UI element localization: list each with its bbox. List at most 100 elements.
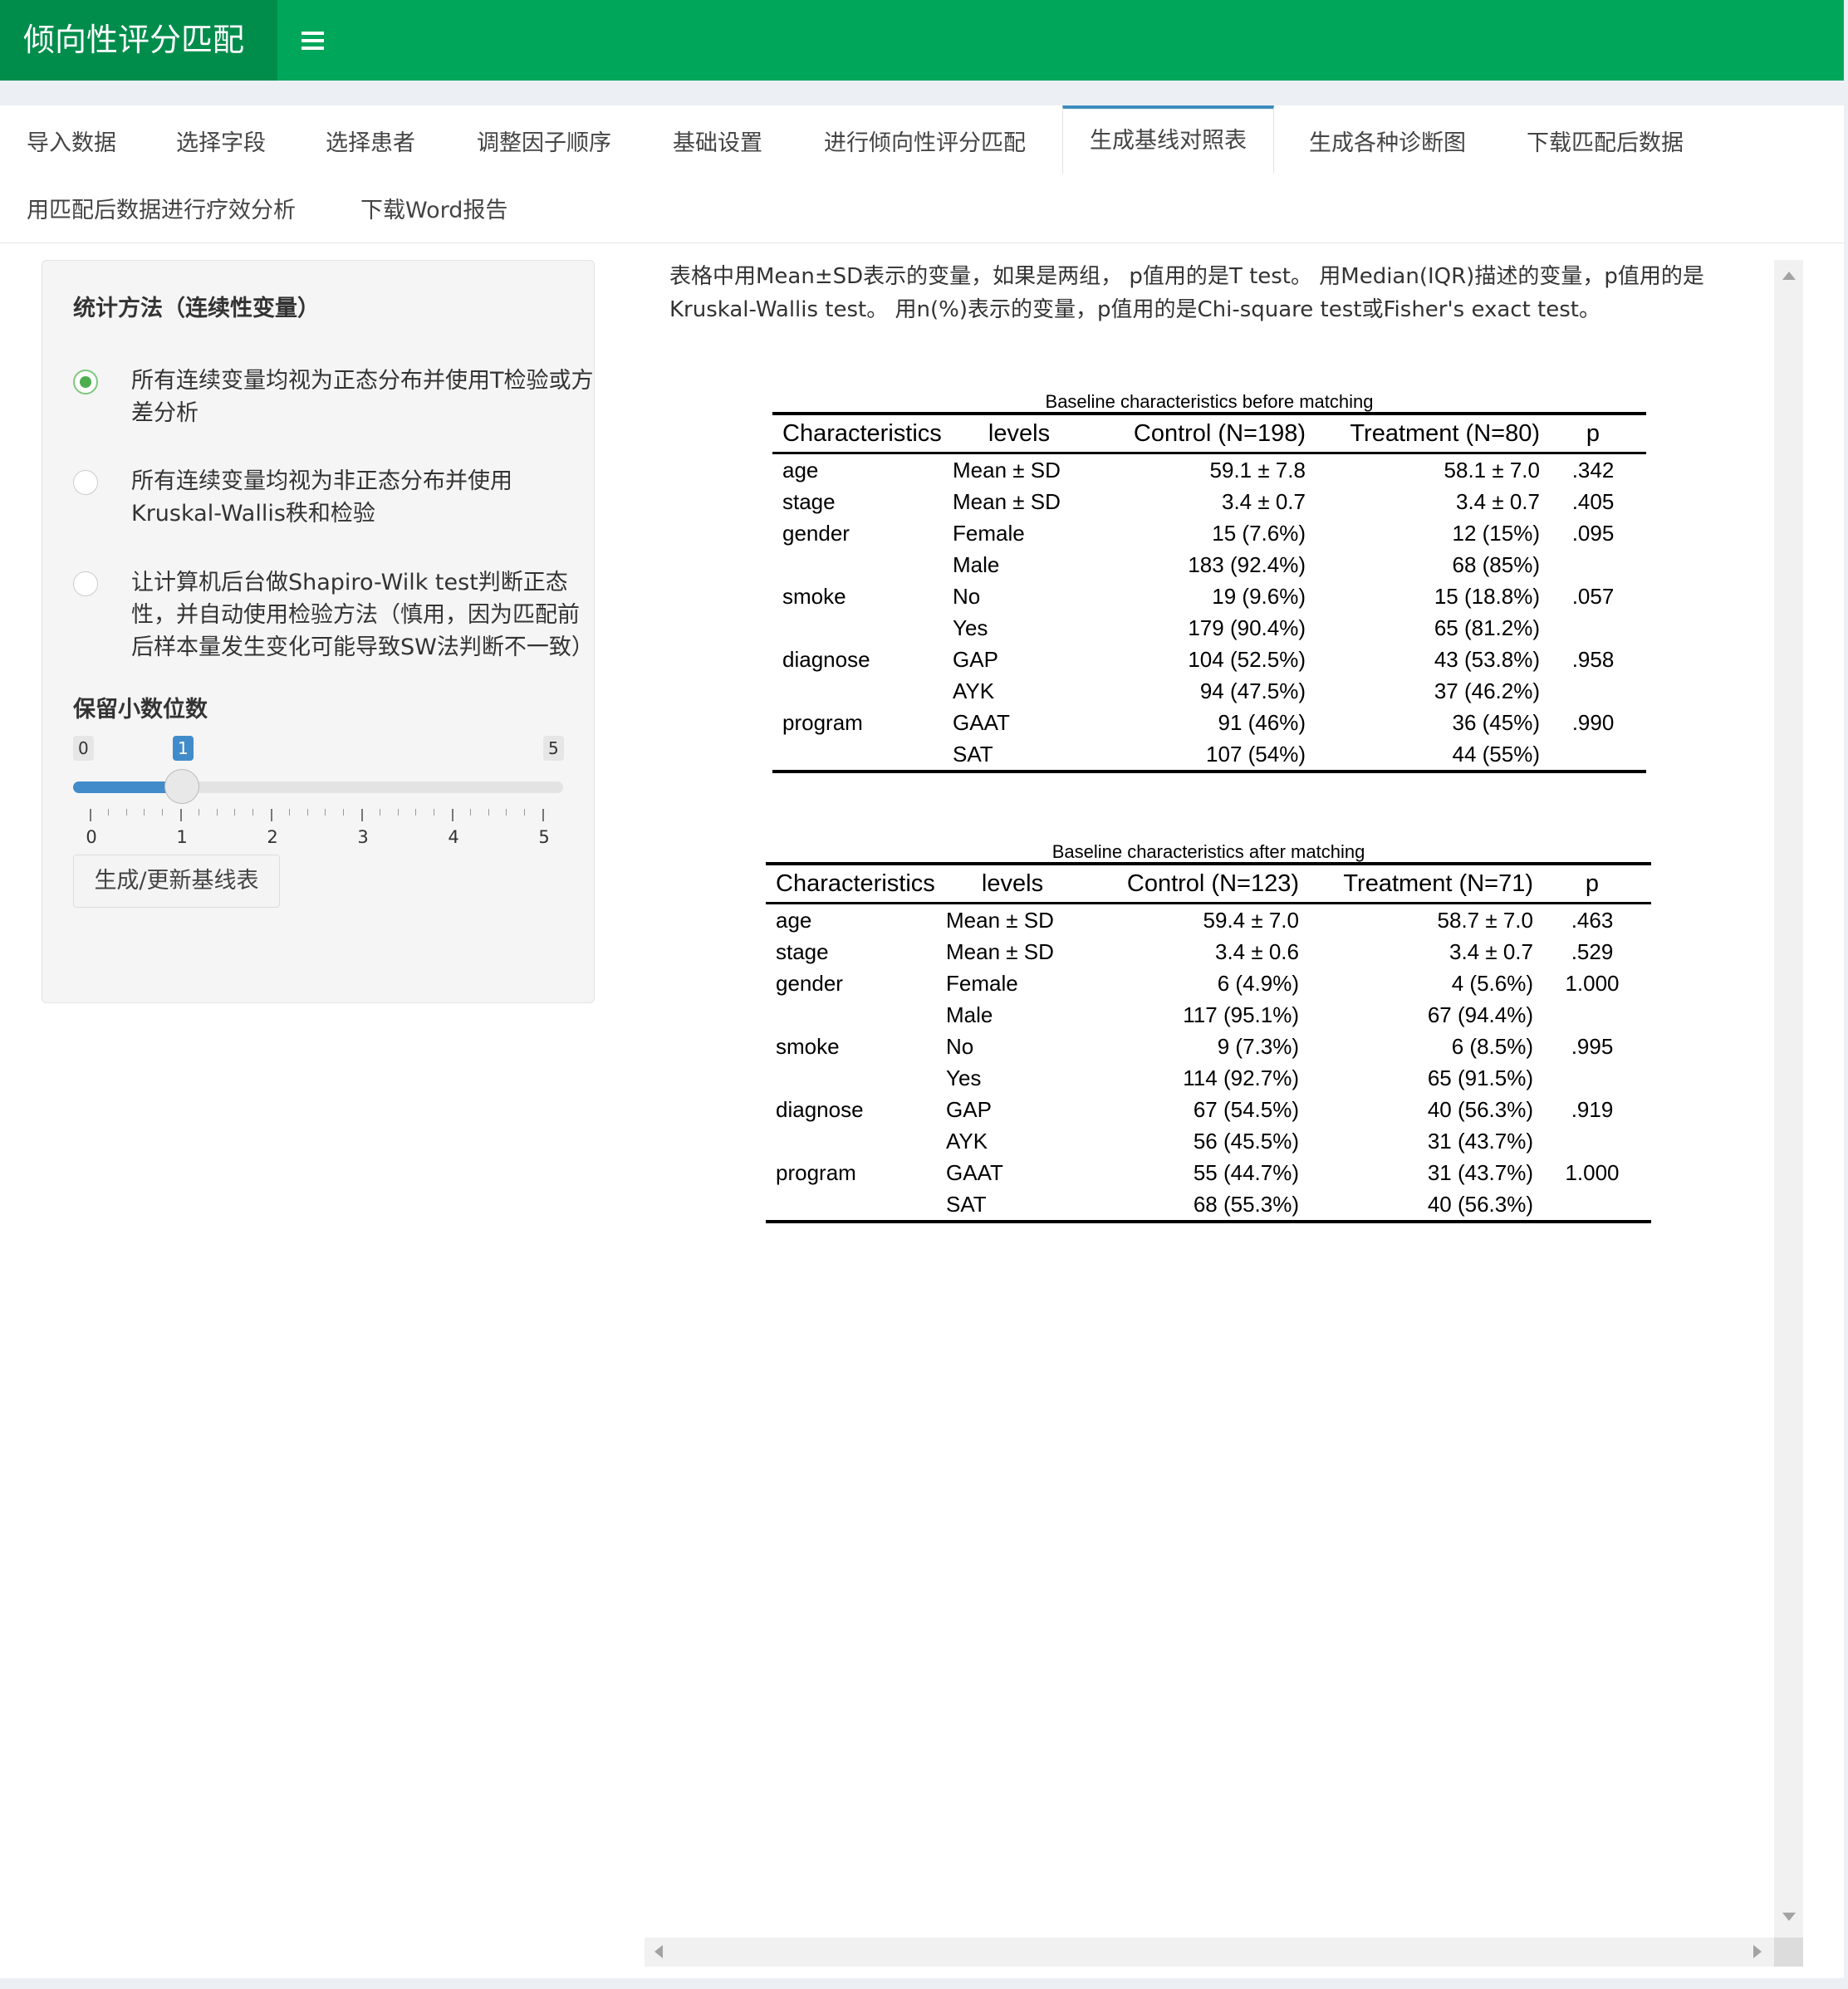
tab-import-data[interactable]: 导入数据 bbox=[25, 119, 118, 169]
table-cell: GAP bbox=[946, 1096, 992, 1122]
table-row: Yes 179 (90.4%) 65 (81.2%) bbox=[772, 612, 1646, 644]
table-row: program GAAT 91 (46%) 36 (45%) .990 bbox=[772, 707, 1646, 738]
radio-label: 让计算机后台做Shapiro-Wilk test判断正态性，并自动使用检验方法（… bbox=[131, 570, 594, 660]
column-header: Control (N=123) bbox=[1079, 862, 1299, 904]
tab-efficacy-analysis[interactable]: 用匹配后数据进行疗效分析 bbox=[25, 186, 297, 236]
table-row: stage Mean ± SD 3.4 ± 0.6 3.4 ± 0.7 .529 bbox=[766, 936, 1651, 968]
scroll-down-arrow-icon[interactable] bbox=[1782, 1913, 1796, 1921]
app-header: 倾向性评分匹配 bbox=[0, 0, 1844, 81]
table-row: smoke No 19 (9.6%) 15 (18.8%) .057 bbox=[772, 581, 1646, 612]
scroll-right-arrow-icon[interactable] bbox=[1753, 1945, 1762, 1958]
method-title: 统计方法（连续性变量） bbox=[73, 296, 320, 321]
table-cell: SAT bbox=[953, 738, 1086, 773]
column-header: levels bbox=[946, 862, 1079, 904]
table-row: AYK 56 (45.5%) 31 (43.7%) bbox=[766, 1125, 1651, 1157]
table-cell bbox=[1533, 999, 1651, 1031]
tab-bar: 导入数据 选择字段 选择患者 调整因子顺序 基础设置 进行倾向性评分匹配 生成基… bbox=[0, 105, 1844, 243]
tab-run-matching[interactable]: 进行倾向性评分匹配 bbox=[822, 119, 1027, 169]
table-row: gender Female 6 (4.9%) 4 (5.6%) 1.000 bbox=[766, 968, 1651, 999]
table-cell: 56 (45.5%) bbox=[1193, 1128, 1299, 1154]
table-cell: smoke bbox=[782, 583, 846, 609]
sidebar-toggle-button[interactable] bbox=[277, 0, 348, 81]
table-cell: 55 (44.7%) bbox=[1193, 1159, 1299, 1185]
table-cell: 65 (91.5%) bbox=[1427, 1065, 1533, 1090]
tab-download-matched[interactable]: 下载匹配后数据 bbox=[1525, 119, 1685, 169]
app-title[interactable]: 倾向性评分匹配 bbox=[0, 0, 277, 81]
table-cell: 6 (4.9%) bbox=[1217, 970, 1299, 996]
column-header: p bbox=[1540, 412, 1646, 454]
radio-unselected-icon[interactable] bbox=[73, 470, 98, 495]
column-header: Characteristics bbox=[766, 862, 946, 904]
generate-table-button[interactable]: 生成/更新基线表 bbox=[73, 855, 280, 908]
table-cell: SAT bbox=[946, 1188, 1079, 1223]
tab-baseline-table[interactable]: 生成基线对照表 bbox=[1062, 105, 1274, 174]
tab-select-patients[interactable]: 选择患者 bbox=[324, 119, 417, 169]
table-cell: gender bbox=[776, 970, 843, 996]
tab-download-word[interactable]: 下载Word报告 bbox=[359, 186, 509, 236]
slider-max-label: 5 bbox=[543, 736, 564, 761]
table-cell: Mean ± SD bbox=[953, 488, 1061, 514]
tab-basic-settings[interactable]: 基础设置 bbox=[671, 119, 764, 169]
content-page: 导入数据 选择字段 选择患者 调整因子顺序 基础设置 进行倾向性评分匹配 生成基… bbox=[0, 105, 1844, 1978]
slider-tick-label: 4 bbox=[448, 827, 459, 847]
table-cell: 43 (53.8%) bbox=[1434, 646, 1540, 672]
table-cell: 31 (43.7%) bbox=[1427, 1159, 1533, 1185]
vertical-scrollbar[interactable] bbox=[1774, 260, 1803, 1938]
table-cell: GAAT bbox=[946, 1159, 1003, 1185]
decimals-slider[interactable]: 0 1 5 0 1 2 3 4 5 bbox=[73, 726, 571, 847]
table-cell: .463 bbox=[1571, 907, 1614, 933]
table-cell: 59.4 ± 7.0 bbox=[1203, 907, 1299, 933]
tab-select-fields[interactable]: 选择字段 bbox=[174, 119, 267, 169]
table-cell: Female bbox=[946, 970, 1018, 996]
table-cell: Yes bbox=[946, 1065, 982, 1090]
table-cell: 1.000 bbox=[1565, 1159, 1620, 1185]
table-cell: 15 (18.8%) bbox=[1434, 583, 1540, 609]
table-cell: 40 (56.3%) bbox=[1299, 1188, 1533, 1223]
radio-unselected-icon[interactable] bbox=[73, 571, 98, 596]
slider-handle[interactable] bbox=[164, 769, 199, 804]
settings-panel: 统计方法（连续性变量） 所有连续变量均视为正态分布并使用T检验或方差分析 所有连… bbox=[42, 260, 595, 1003]
table-row: smoke No 9 (7.3%) 6 (8.5%) .995 bbox=[766, 1031, 1651, 1062]
table-row: Male 117 (95.1%) 67 (94.4%) bbox=[766, 999, 1651, 1031]
slider-tick-label: 1 bbox=[176, 827, 188, 847]
table-cell: 12 (15%) bbox=[1452, 520, 1541, 546]
table-row: SAT 107 (54%) 44 (55%) bbox=[772, 738, 1646, 773]
radio-selected-icon[interactable] bbox=[73, 370, 98, 394]
scroll-left-arrow-icon[interactable] bbox=[654, 1945, 663, 1958]
tab-factor-order[interactable]: 调整因子顺序 bbox=[475, 119, 613, 169]
table-cell bbox=[1540, 549, 1646, 581]
table-row: age Mean ± SD 59.1 ± 7.8 58.1 ± 7.0 .342 bbox=[772, 453, 1646, 487]
slider-tick-label: 0 bbox=[86, 827, 97, 847]
slider-tick-label: 5 bbox=[538, 827, 550, 847]
table-row: diagnose GAP 67 (54.5%) 40 (56.3%) .919 bbox=[766, 1094, 1651, 1125]
output-area: 表格中用Mean±SD表示的变量，如果是两组， p值用的是T test。 用Me… bbox=[645, 260, 1803, 1967]
table-cell: 6 (8.5%) bbox=[1451, 1033, 1533, 1059]
table-cell: 31 (43.7%) bbox=[1427, 1128, 1533, 1154]
scroll-up-arrow-icon[interactable] bbox=[1782, 272, 1796, 280]
table-cell: 58.1 ± 7.0 bbox=[1444, 457, 1540, 483]
table-cell: age bbox=[782, 457, 819, 483]
radio-shapiro-wilk[interactable]: 让计算机后台做Shapiro-Wilk test判断正态性，并自动使用检验方法（… bbox=[73, 566, 594, 666]
column-header: Treatment (N=80) bbox=[1306, 412, 1540, 454]
table-cell bbox=[772, 549, 953, 581]
table-cell: No bbox=[953, 583, 981, 609]
table-cell: 58.7 ± 7.0 bbox=[1437, 907, 1533, 933]
table-cell: .342 bbox=[1571, 457, 1615, 483]
table-cell: Mean ± SD bbox=[946, 907, 1054, 933]
table-cell: .057 bbox=[1571, 583, 1615, 609]
table-cell: 179 (90.4%) bbox=[1188, 615, 1306, 640]
table-cell: 36 (45%) bbox=[1452, 709, 1541, 735]
tab-diagnostic-plots[interactable]: 生成各种诊断图 bbox=[1307, 119, 1468, 169]
radio-non-normal-distribution[interactable]: 所有连续变量均视为非正态分布并使用Kruskal-Wallis秩和检验 bbox=[73, 465, 571, 532]
table-cell bbox=[766, 1062, 946, 1094]
table-cell: .995 bbox=[1571, 1033, 1614, 1059]
column-header: p bbox=[1533, 862, 1651, 904]
horizontal-scrollbar[interactable] bbox=[645, 1938, 1774, 1967]
table-cell: .405 bbox=[1571, 488, 1615, 514]
radio-normal-distribution[interactable]: 所有连续变量均视为正态分布并使用T检验或方差分析 bbox=[73, 365, 594, 431]
table-caption: Baseline characteristics before matching bbox=[1045, 391, 1374, 412]
table-cell bbox=[1540, 738, 1646, 773]
table-cell bbox=[1540, 675, 1646, 707]
table-cell: .958 bbox=[1571, 646, 1615, 672]
table-cell bbox=[766, 999, 946, 1031]
